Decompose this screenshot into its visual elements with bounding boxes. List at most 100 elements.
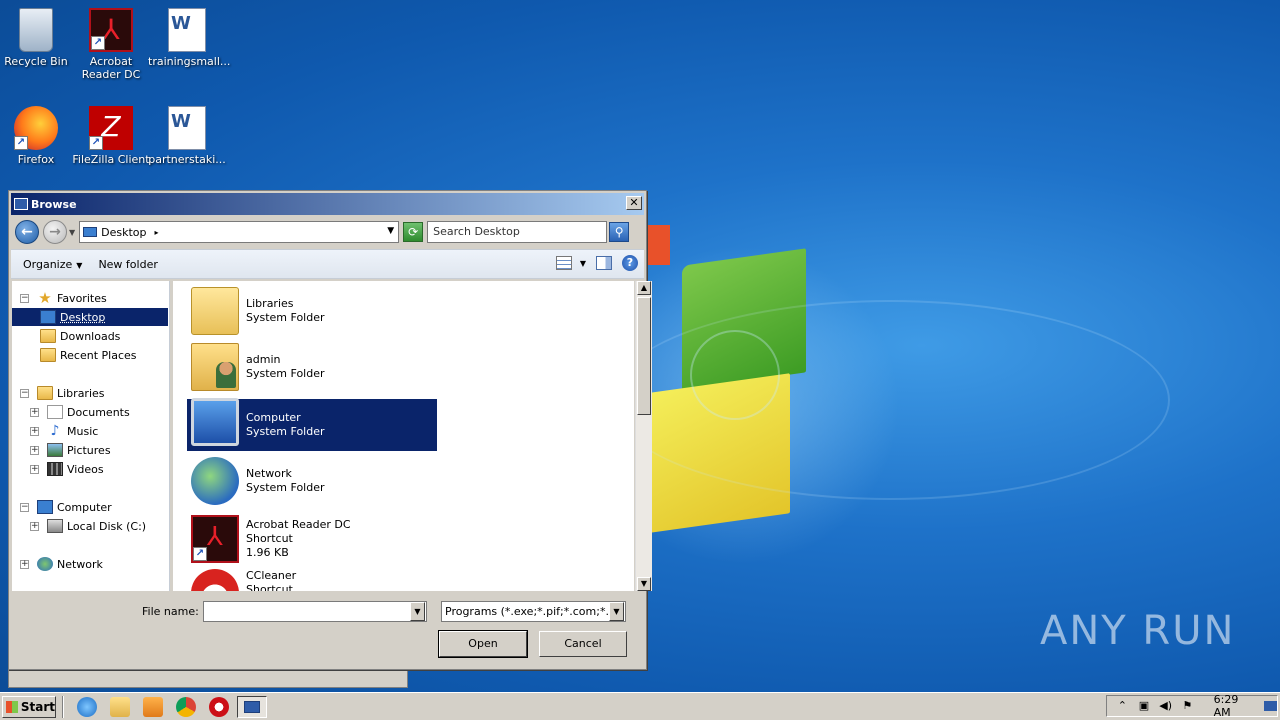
desktop-icon-label: Firefox	[17, 153, 55, 166]
desktop-icon-firefox[interactable]: ↗ Firefox	[0, 106, 75, 166]
expand-icon[interactable]: +	[30, 426, 39, 436]
tree-item-favorites[interactable]: − ★ Favorites	[20, 289, 107, 307]
expand-icon[interactable]: +	[30, 407, 39, 417]
dialog-footer: File name: ▼ Programs (*.exe;*.pif;*.com…	[11, 593, 644, 667]
search-input[interactable]: Search Desktop	[427, 221, 608, 243]
search-button[interactable]: ⚲	[609, 222, 630, 242]
expand-icon[interactable]: +	[20, 559, 29, 569]
tree-item-network[interactable]: + Network	[20, 555, 103, 573]
file-item-computer[interactable]: Computer System Folder	[187, 398, 437, 451]
desktop-icon-label: FileZilla Client	[72, 153, 150, 166]
desktop-icon-label: trainingsmall...	[148, 55, 231, 68]
file-type-value: Programs (*.exe;*.pif;*.com;*.ba	[445, 605, 623, 618]
explorer-folder-icon[interactable]	[110, 696, 130, 717]
desktop-icon-trainingsmall[interactable]: W trainingsmall...	[148, 8, 230, 68]
network-icon	[191, 457, 239, 505]
desktop-icon-recycle-bin[interactable]: Recycle Bin	[0, 8, 75, 68]
computer-icon	[191, 398, 239, 446]
scroll-thumb[interactable]	[637, 297, 651, 415]
tree-label: Videos	[67, 462, 104, 476]
system-tray: ⌃ ▣ ◀) ⚑ 6:29 AM	[1106, 693, 1278, 719]
collapse-icon[interactable]: −	[20, 293, 29, 303]
expand-icon[interactable]: +	[30, 445, 39, 455]
network-tray-icon[interactable]: ▣	[1138, 699, 1151, 713]
expand-icon[interactable]: +	[30, 521, 39, 531]
change-view-icon[interactable]	[555, 256, 572, 270]
desktop-icon-label: Recycle Bin	[4, 55, 68, 68]
tree-label: Recent Places	[60, 348, 137, 362]
tree-label: Desktop	[60, 310, 106, 324]
desktop-icon-label: partnerstaki...	[148, 153, 226, 166]
action-center-flag-icon[interactable]: ⚑	[1181, 699, 1194, 713]
dialog-titlebar[interactable]: Browse ✕	[11, 193, 644, 215]
collapse-icon[interactable]: −	[20, 502, 29, 512]
tree-item-computer[interactable]: − Computer	[20, 498, 112, 516]
expand-icon[interactable]: +	[30, 464, 39, 474]
open-button[interactable]: Open	[438, 630, 528, 658]
desktop-icon-filezilla[interactable]: Z ↗ FileZilla Client	[72, 106, 150, 166]
tree-item-documents[interactable]: + Documents	[30, 403, 130, 421]
preview-pane-icon[interactable]	[596, 256, 612, 270]
show-desktop-icon[interactable]	[1264, 701, 1278, 711]
file-list-scrollbar[interactable]: ▲ ▼	[635, 281, 652, 591]
file-item-network[interactable]: Network System Folder	[187, 455, 437, 507]
scroll-up-button[interactable]: ▲	[637, 281, 651, 295]
background-window-edge	[8, 670, 408, 688]
media-player-icon[interactable]	[143, 696, 163, 717]
desktop-icon-partnerstaki[interactable]: W partnerstaki...	[148, 106, 226, 166]
word-document-icon: W	[168, 106, 206, 150]
filename-input[interactable]	[203, 601, 427, 622]
chrome-icon[interactable]	[176, 696, 196, 717]
file-type-select[interactable]: Programs (*.exe;*.pif;*.com;*.ba	[441, 601, 626, 622]
file-item-libraries[interactable]: Libraries System Folder	[187, 285, 437, 337]
tree-item-downloads[interactable]: Downloads	[40, 327, 120, 345]
file-name: Acrobat Reader DC	[246, 518, 351, 531]
tree-item-recent-places[interactable]: Recent Places	[40, 346, 137, 364]
address-bar[interactable]: Desktop ▸ ▼	[79, 221, 400, 243]
desktop-icon-acrobat[interactable]: ⅄ ↗ Acrobat Reader DC	[72, 8, 150, 81]
file-item-admin[interactable]: admin System Folder	[187, 341, 437, 393]
show-hidden-icons-icon[interactable]: ⌃	[1116, 699, 1129, 713]
chevron-down-icon: ▼	[76, 260, 83, 270]
file-type-dropdown-icon[interactable]: ▼	[609, 602, 624, 621]
tree-item-videos[interactable]: + Videos	[30, 460, 104, 478]
help-button[interactable]: ?	[622, 255, 638, 271]
new-folder-button[interactable]: New folder	[98, 258, 157, 271]
cancel-button[interactable]: Cancel	[539, 631, 627, 657]
taskbar-separator	[62, 695, 64, 718]
scroll-down-button[interactable]: ▼	[637, 577, 651, 591]
pictures-icon	[47, 443, 63, 457]
recent-pages-dropdown[interactable]: ▼	[69, 228, 75, 237]
tree-label: Local Disk (C:)	[67, 519, 147, 533]
address-dropdown-icon[interactable]: ▼	[387, 226, 394, 236]
tree-item-local-disk[interactable]: + Local Disk (C:)	[30, 517, 146, 535]
file-item-ccleaner[interactable]: CCleaner Shortcut	[187, 569, 437, 591]
tree-label: Libraries	[57, 386, 105, 400]
filename-dropdown-icon[interactable]: ▼	[410, 602, 425, 621]
taskbar-browse-window[interactable]	[237, 695, 267, 718]
view-dropdown-icon[interactable]: ▼	[580, 259, 586, 268]
internet-explorer-icon[interactable]	[77, 696, 97, 717]
opera-icon[interactable]	[209, 696, 229, 717]
forward-button[interactable]: →	[43, 220, 67, 244]
file-item-acrobat[interactable]: ⅄ ↗ Acrobat Reader DC Shortcut 1.96 KB	[187, 511, 437, 567]
address-location: Desktop	[101, 225, 147, 239]
close-button[interactable]: ✕	[626, 196, 642, 210]
clock[interactable]: 6:29 AM	[1214, 693, 1255, 719]
tree-item-libraries[interactable]: − Libraries	[20, 384, 105, 402]
tree-item-pictures[interactable]: + Pictures	[30, 441, 111, 459]
tree-item-desktop[interactable]: Desktop	[12, 308, 168, 326]
user-folder-icon	[191, 343, 239, 391]
collapse-icon[interactable]: −	[20, 388, 29, 398]
tree-label: Pictures	[67, 443, 111, 457]
start-button[interactable]: Start	[2, 695, 56, 718]
desktop-icon	[83, 227, 98, 237]
tree-item-music[interactable]: + ♪ Music	[30, 422, 98, 440]
back-button[interactable]: ←	[15, 220, 39, 244]
refresh-button[interactable]: ⟳	[403, 222, 424, 242]
breadcrumb-chevron-icon[interactable]: ▸	[155, 228, 159, 237]
volume-icon[interactable]: ◀)	[1159, 699, 1172, 713]
organize-button[interactable]: Organize ▼	[23, 258, 82, 271]
tree-label: Documents	[67, 405, 130, 419]
filename-label: File name:	[142, 605, 199, 618]
